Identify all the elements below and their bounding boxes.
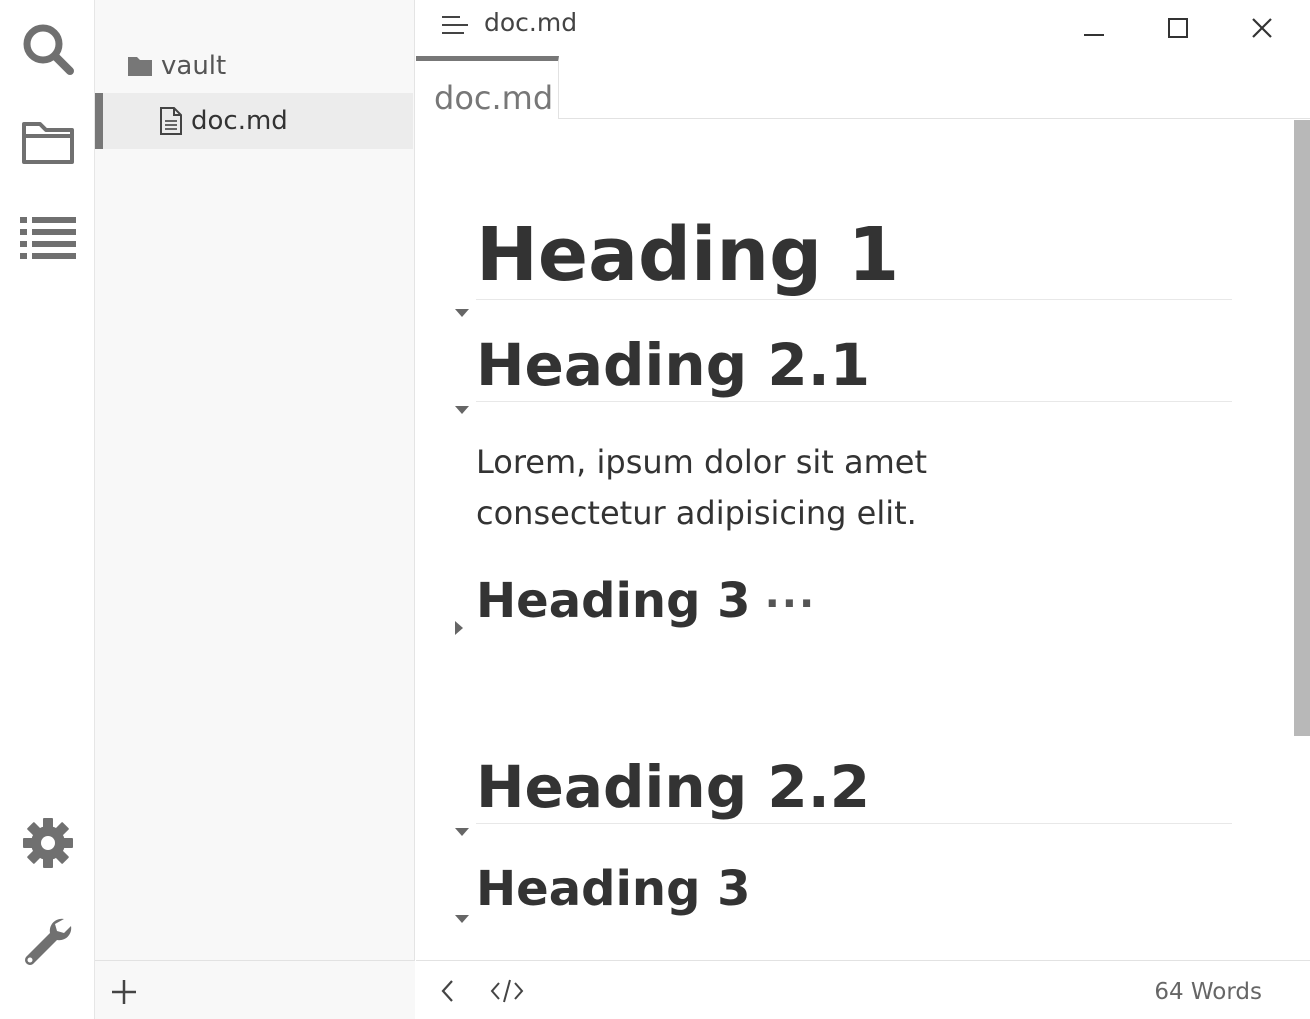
tree-file-doc[interactable]: doc.md — [95, 93, 413, 149]
heading-2-2[interactable]: Heading 2.2 — [455, 758, 1232, 836]
file-explorer-sidebar: vault doc.md — [95, 0, 415, 1019]
collapsed-ellipsis[interactable]: ··· — [765, 581, 817, 627]
maximize-icon[interactable] — [1158, 8, 1198, 48]
heading-text: Heading 2.1 — [476, 331, 871, 399]
heading-3[interactable]: Heading 3 — [455, 865, 1232, 925]
heading-text: Heading 2.2 — [476, 753, 871, 821]
title-bar: doc.md — [416, 0, 1310, 56]
source-code-icon[interactable] — [490, 977, 524, 1009]
file-icon — [159, 106, 183, 136]
window-title: doc.md — [484, 8, 578, 37]
fold-arrow-icon[interactable] — [454, 884, 470, 932]
chevron-left-icon[interactable] — [436, 977, 460, 1009]
search-icon[interactable] — [0, 14, 95, 84]
close-icon[interactable] — [1242, 8, 1282, 48]
fold-arrow-icon[interactable] — [454, 256, 470, 330]
outline-list-icon[interactable] — [0, 202, 95, 272]
status-bar: 64 Words — [416, 960, 1310, 1019]
heading-text: Heading 1 — [476, 212, 900, 298]
tab-doc[interactable]: doc.md — [416, 56, 559, 119]
folder-label: vault — [161, 51, 227, 81]
minimize-icon[interactable] — [1074, 8, 1114, 48]
activity-bar — [0, 0, 95, 1019]
add-icon[interactable] — [109, 977, 139, 1007]
tree-folder-vault[interactable]: vault — [95, 38, 415, 94]
paragraph[interactable]: Lorem, ipsum dolor sit amet consectetur … — [476, 437, 1116, 539]
active-indicator — [95, 93, 103, 149]
folder-icon — [127, 55, 153, 77]
fold-arrow-icon[interactable] — [454, 788, 470, 846]
expand-arrow-icon[interactable] — [454, 596, 464, 644]
sidebar-footer — [95, 960, 415, 1019]
wrench-icon[interactable] — [0, 908, 95, 978]
folder-icon[interactable] — [0, 106, 95, 176]
file-label: doc.md — [191, 106, 288, 136]
heading-2-1[interactable]: Heading 2.1 — [455, 336, 1232, 414]
fold-arrow-icon[interactable] — [454, 366, 470, 424]
gear-icon[interactable] — [0, 808, 95, 878]
heading-text: Heading 3 — [476, 861, 751, 917]
editor[interactable]: Heading 1 Heading 2.1 Lorem, ipsum dolor… — [416, 120, 1310, 960]
heading-1[interactable]: Heading 1 — [455, 218, 1232, 317]
menu-icon[interactable] — [440, 13, 470, 37]
heading-text: Heading 3 — [476, 573, 751, 629]
heading-3-collapsed[interactable]: Heading 3 ··· — [455, 577, 1232, 637]
word-count[interactable]: 64 Words — [1154, 979, 1262, 1005]
tab-bar: doc.md — [416, 56, 1310, 119]
editor-scrollbar[interactable] — [1294, 120, 1310, 736]
